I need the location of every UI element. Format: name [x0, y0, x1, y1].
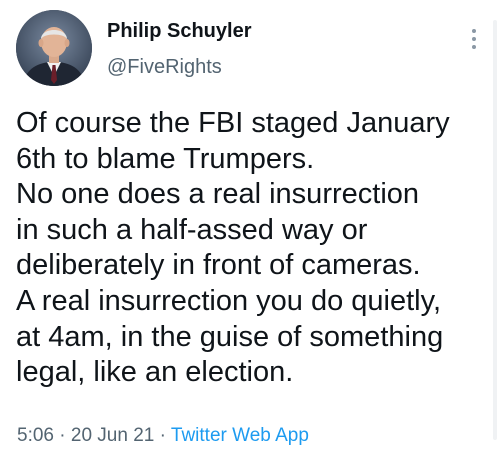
tweet-text-line: legal, like an election.	[16, 356, 294, 389]
tweet-text-line: 6th to blame Trumpers.	[16, 142, 315, 175]
tweet-text-line: A real insurrection you do quietly,	[16, 284, 442, 317]
author-handle[interactable]: @FiveRights	[107, 55, 222, 79]
tweet-text-line: in such a half-assed way or	[16, 213, 368, 246]
tweet: Philip Schuyler @FiveRights Of course th…	[0, 0, 500, 451]
tweet-text: Of course the FBI staged January 6th to …	[16, 106, 486, 391]
tweet-source-link[interactable]: Twitter Web App	[171, 425, 309, 446]
avatar-photo	[16, 10, 92, 86]
scrollbar[interactable]	[493, 20, 497, 440]
author-name[interactable]: Philip Schuyler	[107, 19, 251, 43]
meta-separator: ·	[59, 425, 66, 446]
avatar[interactable]	[16, 10, 92, 86]
tweet-text-line: at 4am, in the guise of something	[16, 320, 444, 353]
tweet-date[interactable]: 20 Jun 21	[71, 425, 154, 446]
tweet-meta: 5:06 · 20 Jun 21 · Twitter Web App	[17, 424, 309, 448]
tweet-text-line: No one does a real insurrection	[16, 178, 420, 211]
more-vertical-icon[interactable]	[467, 26, 481, 52]
tweet-text-line: deliberately in front of cameras.	[16, 249, 421, 282]
tweet-text-line: Of course the FBI staged January	[16, 107, 450, 139]
tweet-time[interactable]: 5:06	[17, 425, 54, 446]
meta-separator: ·	[159, 425, 166, 446]
